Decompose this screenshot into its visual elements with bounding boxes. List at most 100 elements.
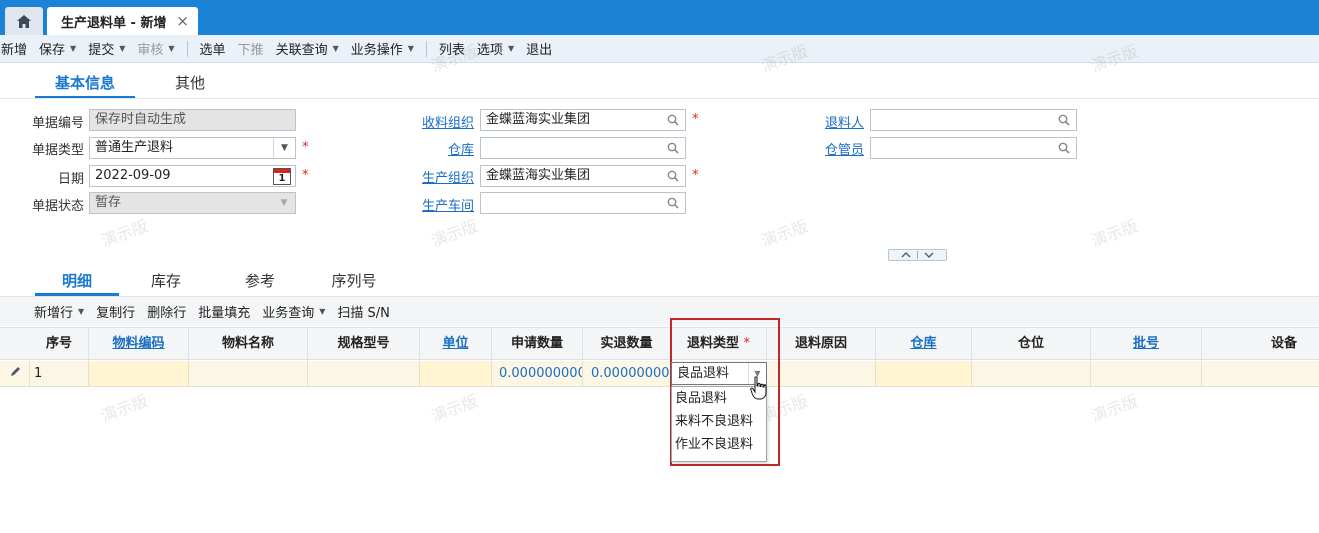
- submit-button[interactable]: 提交 ▼: [82, 35, 131, 63]
- tab-serial-no[interactable]: 序列号: [307, 270, 401, 296]
- column-header-seq[interactable]: 序号: [30, 328, 89, 359]
- spec-cell[interactable]: [308, 361, 420, 386]
- recv-org-field[interactable]: 金蝶蓝海实业集团: [480, 109, 686, 131]
- equipment-cell[interactable]: [1202, 361, 1319, 386]
- returner-label[interactable]: 退料人: [800, 112, 864, 131]
- search-icon[interactable]: [1058, 142, 1070, 154]
- prod-org-required-mark: *: [692, 168, 699, 183]
- keeper-label[interactable]: 仓管员: [800, 139, 864, 158]
- date-field[interactable]: 2022-09-09 1: [89, 165, 296, 187]
- calendar-icon[interactable]: 1: [273, 168, 291, 185]
- business-ops-button[interactable]: 业务操作 ▼: [345, 35, 420, 63]
- batch-fill-button[interactable]: 批量填充: [192, 298, 256, 326]
- save-button[interactable]: 保存 ▼: [33, 35, 82, 63]
- prod-org-label[interactable]: 生产组织: [400, 167, 474, 186]
- column-header-material-code[interactable]: 物料编码: [89, 328, 189, 359]
- exit-button[interactable]: 退出: [520, 35, 558, 63]
- return-reason-cell[interactable]: [767, 361, 876, 386]
- collapse-toggle[interactable]: [888, 249, 947, 261]
- tab-other[interactable]: 其他: [135, 72, 245, 99]
- column-header-return-reason[interactable]: 退料原因: [767, 328, 876, 359]
- new-button[interactable]: 新增: [0, 35, 33, 63]
- prod-org-field[interactable]: 金蝶蓝海实业集团: [480, 165, 686, 187]
- tab-inventory[interactable]: 库存: [119, 270, 213, 296]
- caret-down-icon: ▼: [507, 44, 515, 53]
- calendar-day: 1: [278, 173, 286, 184]
- home-tab[interactable]: [5, 7, 43, 35]
- column-header-spec[interactable]: 规格型号: [308, 328, 420, 359]
- watermark-text: 演示版: [1088, 391, 1141, 426]
- recv-org-label[interactable]: 收料组织: [400, 112, 474, 131]
- watermark-text: 演示版: [428, 391, 481, 426]
- unit-cell[interactable]: [420, 361, 492, 386]
- watermark-text: 演示版: [98, 216, 151, 251]
- tab-detail[interactable]: 明细: [35, 270, 119, 296]
- workshop-label[interactable]: 生产车间: [400, 195, 474, 214]
- column-header-location[interactable]: 仓位: [972, 328, 1091, 359]
- hand-cursor-icon: [750, 376, 767, 400]
- warehouse-label[interactable]: 仓库: [400, 139, 474, 158]
- tab-basic-info[interactable]: 基本信息: [35, 72, 135, 99]
- search-icon[interactable]: [667, 142, 679, 154]
- material-name-cell[interactable]: [189, 361, 308, 386]
- bill-type-select[interactable]: 普通生产退料 ▼: [89, 137, 296, 159]
- status-select: 暂存 ▼: [89, 192, 296, 214]
- home-icon: [17, 14, 31, 28]
- column-header-actual-qty[interactable]: 实退数量: [583, 328, 671, 359]
- copy-row-button[interactable]: 复制行: [90, 298, 141, 326]
- column-header-batch[interactable]: 批号: [1091, 328, 1202, 359]
- column-header-equipment[interactable]: 设备: [1202, 328, 1319, 359]
- toolbar-button-label: 审核: [137, 43, 164, 58]
- add-row-button[interactable]: 新增行 ▼: [28, 298, 90, 326]
- chevron-down-icon[interactable]: ▼: [273, 138, 295, 158]
- keeper-field[interactable]: [870, 137, 1077, 159]
- table-row[interactable]: 1 0.0000000000 0.0000000000: [0, 361, 1319, 387]
- document-tab[interactable]: 生产退料单 - 新增 ×: [47, 7, 198, 35]
- status-label: 单据状态: [31, 199, 84, 214]
- toolbar-button-label: 保存: [39, 43, 66, 58]
- material-code-cell[interactable]: [89, 361, 189, 386]
- grid-toolbar: 新增行 ▼ 复制行 删除行 批量填充 业务查询 ▼ 扫描 S/N: [0, 296, 1319, 326]
- grid-toolbar-button-label: 业务查询: [262, 306, 315, 321]
- caret-down-icon: ▼: [319, 307, 326, 316]
- close-tab-icon[interactable]: ×: [176, 12, 189, 30]
- toolbar-button-label: 提交: [88, 43, 115, 58]
- caret-down-icon: ▼: [168, 44, 175, 53]
- dropdown-option-incoming-defect[interactable]: 来料不良退料: [672, 410, 766, 433]
- search-icon[interactable]: [667, 197, 679, 209]
- header-tabs-divider: [0, 98, 1319, 99]
- related-query-button[interactable]: 关联查询 ▼: [270, 35, 345, 63]
- actual-qty-cell[interactable]: 0.0000000000: [583, 361, 671, 386]
- returner-field[interactable]: [870, 109, 1077, 131]
- column-header-unit[interactable]: 单位: [420, 328, 492, 359]
- workshop-field[interactable]: [480, 192, 686, 214]
- dropdown-option-process-defect[interactable]: 作业不良退料: [672, 433, 766, 456]
- warehouse-cell[interactable]: [876, 361, 972, 386]
- seq-cell[interactable]: 1: [30, 361, 89, 386]
- column-header-material-name[interactable]: 物料名称: [189, 328, 308, 359]
- toolbar-button-label: 退出: [526, 43, 553, 58]
- column-header-apply-qty[interactable]: 申请数量: [492, 328, 583, 359]
- pencil-icon: [11, 367, 20, 376]
- return-type-value: 良品退料: [677, 366, 730, 381]
- caret-down-icon: ▼: [407, 44, 414, 53]
- delete-row-button[interactable]: 删除行: [141, 298, 192, 326]
- batch-cell[interactable]: [1091, 361, 1202, 386]
- search-icon[interactable]: [1058, 114, 1070, 126]
- bill-no-field[interactable]: 保存时自动生成: [89, 109, 296, 131]
- search-icon[interactable]: [667, 114, 679, 126]
- watermark-text: 演示版: [98, 391, 151, 426]
- warehouse-field[interactable]: [480, 137, 686, 159]
- search-icon[interactable]: [667, 170, 679, 182]
- watermark-text: 演示版: [758, 216, 811, 251]
- document-tab-title: 生产退料单 - 新增: [61, 15, 167, 31]
- location-cell[interactable]: [972, 361, 1091, 386]
- column-header-warehouse[interactable]: 仓库: [876, 328, 972, 359]
- caret-down-icon: ▼: [78, 307, 85, 316]
- tab-reference[interactable]: 参考: [213, 270, 307, 296]
- scan-sn-button[interactable]: 扫描 S/N: [331, 298, 396, 326]
- select-bill-button[interactable]: 选单: [194, 35, 232, 63]
- business-query-button[interactable]: 业务查询 ▼: [256, 298, 331, 326]
- bill-no-label: 单据编号: [31, 116, 84, 131]
- apply-qty-cell[interactable]: 0.0000000000: [492, 361, 583, 386]
